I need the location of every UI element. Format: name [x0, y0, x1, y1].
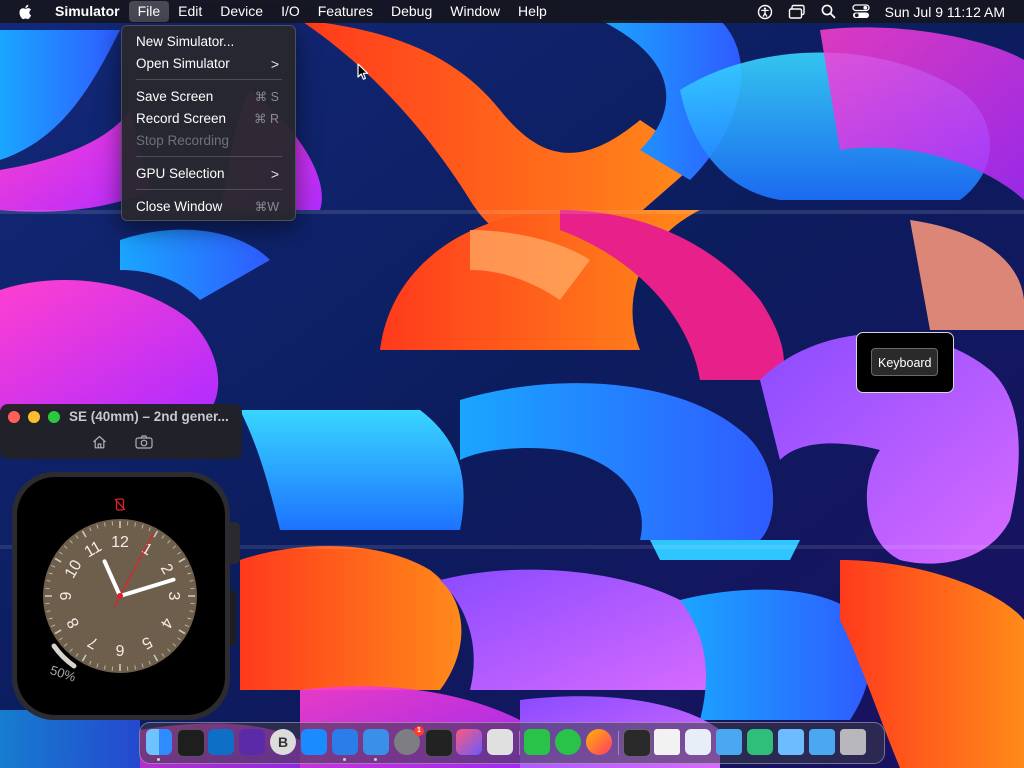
folder-icon[interactable] — [716, 729, 742, 755]
menu-separator — [136, 79, 282, 80]
apple-menu-icon[interactable] — [12, 4, 38, 20]
keyboard-button[interactable]: Keyboard — [871, 348, 938, 376]
menu-item-record-screen[interactable]: Record Screen ⌘ R — [122, 108, 295, 130]
visual-studio-icon[interactable] — [239, 729, 265, 755]
terminal-icon[interactable] — [177, 729, 205, 757]
chevron-right-icon: > — [270, 166, 279, 182]
dock-divider — [618, 731, 619, 755]
document-icon[interactable] — [654, 729, 680, 755]
menu-item-label: GPU Selection — [136, 166, 225, 181]
menu-item-label: Record Screen — [136, 111, 227, 126]
control-center-icon[interactable] — [849, 0, 873, 23]
menu-bar: Simulator File Edit Device I/O Features … — [0, 0, 1024, 23]
hour-numeral: 12 — [111, 534, 129, 551]
screen-mirroring-icon[interactable] — [785, 0, 809, 23]
facetime-icon[interactable] — [524, 729, 550, 755]
menu-separator — [136, 189, 282, 190]
watch-simulator-device[interactable]: 12 1 2 3 4 5 6 7 8 9 10 11 50% — [10, 470, 242, 722]
activity-monitor-icon[interactable] — [425, 729, 453, 757]
screenshot-icon[interactable] — [135, 434, 153, 450]
finder-icon[interactable] — [146, 729, 172, 755]
hour-numeral: 6 — [115, 641, 124, 658]
menu-device[interactable]: Device — [211, 1, 272, 22]
xcode-icon[interactable] — [332, 729, 358, 755]
menu-item-label: Close Window — [136, 199, 223, 214]
bbedit-icon[interactable]: B — [270, 729, 296, 755]
network-folder-icon[interactable] — [747, 729, 773, 755]
console-icon[interactable] — [623, 729, 651, 757]
menu-item-label: Save Screen — [136, 89, 214, 104]
hour-numeral: 9 — [58, 591, 75, 600]
menu-window[interactable]: Window — [441, 1, 509, 22]
hands-center-cap — [117, 593, 123, 599]
vscode-icon[interactable] — [208, 729, 234, 755]
menu-bar-clock[interactable]: Sun Jul 9 11:12 AM — [885, 4, 1005, 20]
menu-item-gpu-selection[interactable]: GPU Selection > — [122, 163, 295, 185]
system-settings-icon[interactable]: 1 — [394, 726, 424, 755]
menu-item-label: Stop Recording — [136, 133, 230, 148]
home-icon[interactable] — [91, 434, 107, 450]
firefox-icon[interactable] — [586, 729, 612, 755]
menu-debug[interactable]: Debug — [382, 1, 441, 22]
dock: B1 — [139, 722, 885, 764]
menu-app-name[interactable]: Simulator — [46, 1, 129, 22]
app-store-icon[interactable] — [301, 729, 327, 755]
menu-item-shortcut: ⌘W — [254, 200, 279, 214]
menu-item-label: Open Simulator — [136, 56, 230, 71]
dock-divider — [519, 731, 520, 755]
menu-item-stop-recording: Stop Recording — [122, 130, 295, 152]
zoom-window-button[interactable] — [48, 411, 60, 423]
accessibility-icon[interactable] — [753, 0, 777, 23]
file-menu-dropdown: New Simulator... Open Simulator > Save S… — [121, 25, 296, 221]
menu-item-open-simulator[interactable]: Open Simulator > — [122, 53, 295, 75]
simulator-window-titlebar[interactable]: SE (40mm) – 2nd gener... — [0, 404, 242, 459]
notification-badge: 1 — [414, 726, 424, 736]
search-icon[interactable] — [817, 0, 841, 23]
menu-file[interactable]: File — [128, 1, 170, 22]
menu-item-shortcut: ⌘ R — [254, 112, 279, 126]
menu-item-label: New Simulator... — [136, 34, 235, 49]
minimize-window-button[interactable] — [28, 411, 40, 423]
running-indicator — [157, 758, 160, 761]
chrome-remote-icon[interactable] — [685, 729, 711, 755]
menu-help[interactable]: Help — [509, 1, 556, 22]
chevron-right-icon: > — [270, 56, 279, 72]
keyboard-panel: Keyboard — [856, 332, 954, 393]
menu-io[interactable]: I/O — [272, 1, 309, 22]
menu-features[interactable]: Features — [309, 1, 382, 22]
menu-item-close-window[interactable]: Close Window ⌘W — [122, 196, 295, 218]
launchpad-icon[interactable] — [487, 729, 513, 755]
menu-edit[interactable]: Edit — [169, 1, 211, 22]
trash-icon[interactable] — [840, 729, 866, 755]
hour-numeral: 3 — [165, 592, 182, 601]
menu-item-save-screen[interactable]: Save Screen ⌘ S — [122, 86, 295, 108]
menu-separator — [136, 156, 282, 157]
menu-item-new-simulator[interactable]: New Simulator... — [122, 31, 295, 53]
folder-icon[interactable] — [809, 729, 835, 755]
shortcuts-icon[interactable] — [456, 729, 482, 755]
messages-icon[interactable] — [555, 729, 581, 755]
app-icon-letter: B — [277, 734, 289, 750]
menu-item-shortcut: ⌘ S — [254, 90, 279, 104]
downloads-folder-icon[interactable] — [778, 729, 804, 755]
running-indicator — [343, 758, 346, 761]
mouse-cursor-icon — [357, 63, 369, 80]
simulator-icon[interactable] — [363, 729, 389, 755]
running-indicator — [374, 758, 377, 761]
simulator-window-title: SE (40mm) – 2nd gener... — [69, 409, 229, 424]
close-window-button[interactable] — [8, 411, 20, 423]
